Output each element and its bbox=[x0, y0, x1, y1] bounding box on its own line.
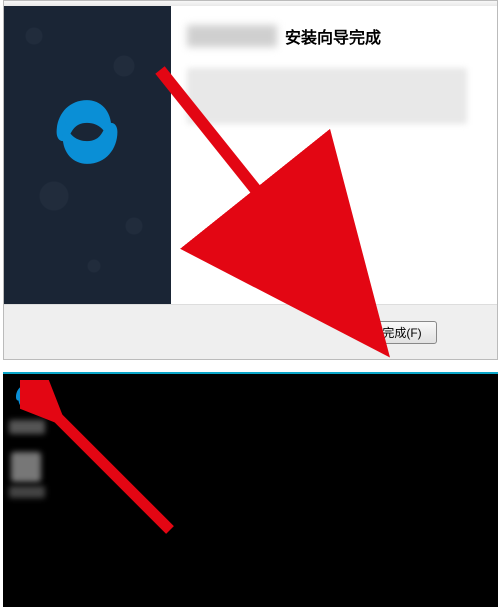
app-swirl-logo-icon[interactable] bbox=[13, 382, 43, 417]
installer-sidebar bbox=[4, 6, 171, 306]
redacted-body-text bbox=[187, 68, 467, 124]
redacted-title-prefix bbox=[187, 25, 277, 47]
redacted-item bbox=[9, 420, 45, 434]
installer-window: 安装向导完成 完成(F) bbox=[3, 0, 498, 360]
desktop-window bbox=[3, 372, 498, 607]
redacted-item bbox=[11, 452, 41, 482]
title-row: 安装向导完成 bbox=[187, 24, 481, 48]
wizard-complete-title: 安装向导完成 bbox=[285, 24, 381, 48]
finish-button[interactable]: 完成(F) bbox=[367, 321, 437, 344]
redacted-item bbox=[9, 486, 45, 498]
installer-footer: 完成(F) bbox=[4, 304, 497, 359]
swirl-logo-icon bbox=[49, 94, 125, 175]
installer-main-panel: 安装向导完成 bbox=[171, 6, 497, 306]
